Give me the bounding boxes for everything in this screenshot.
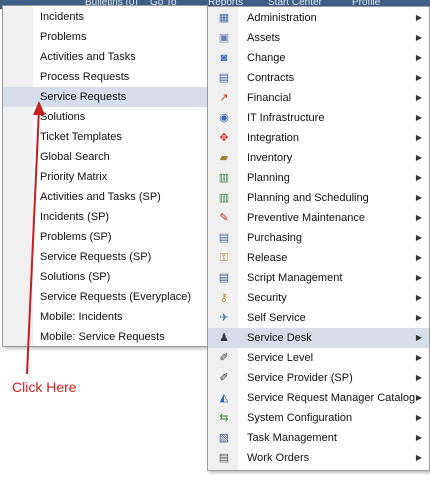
annotation-arrow <box>26 101 45 375</box>
annotation-arrow-head <box>33 101 45 115</box>
annotation-arrow-shaft <box>26 108 40 375</box>
click-here-annotation: Click Here <box>12 379 77 395</box>
